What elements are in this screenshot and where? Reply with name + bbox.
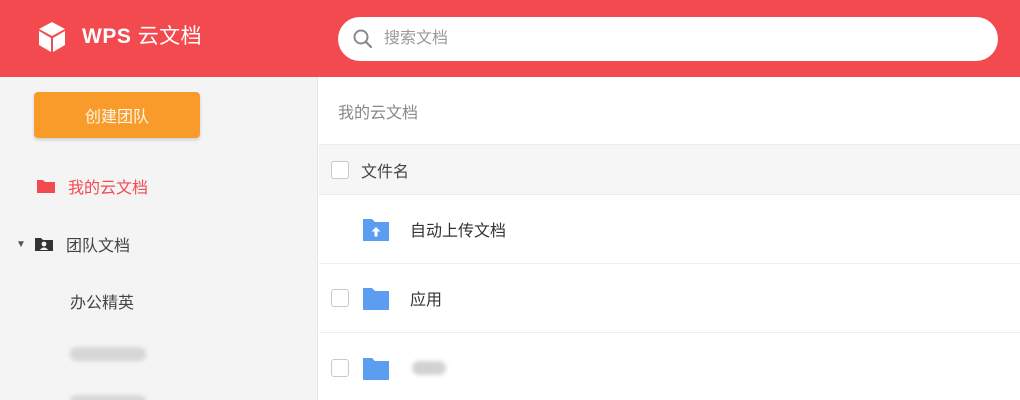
file-panel: 我的云文档 文件名 自动上传文档 应用: [319, 77, 1020, 400]
sidebar-item-label: 办公精英: [70, 295, 135, 312]
select-all-checkbox[interactable]: [331, 160, 349, 179]
upload-folder-icon: [363, 219, 389, 241]
search-icon: [353, 29, 373, 49]
search-input[interactable]: [384, 19, 944, 59]
logo-brand: WPS: [82, 25, 132, 48]
sidebar-item-blurred[interactable]: [70, 395, 146, 400]
search-box[interactable]: [338, 17, 998, 61]
file-name: 自动上传文档: [410, 223, 507, 240]
breadcrumb[interactable]: 我的云文档: [338, 99, 418, 123]
folder-icon: [363, 357, 389, 380]
sidebar-item-team-docs[interactable]: ▼ 团队文档: [16, 232, 130, 256]
file-list-header: 文件名: [319, 144, 1020, 195]
file-name: 应用: [410, 292, 443, 309]
file-row[interactable]: 应用: [319, 264, 1020, 333]
sidebar-item-label: 我的云文档: [68, 180, 149, 197]
sidebar-item-my-cloud-docs[interactable]: 我的云文档: [36, 174, 148, 198]
column-header-filename[interactable]: 文件名: [361, 158, 409, 182]
sidebar-item-blurred[interactable]: [70, 347, 146, 361]
logo-text: WPS 云文档: [82, 20, 202, 54]
sidebar: 创建团队 我的云文档 ▼ 团队文档 办公精英: [0, 77, 318, 400]
top-bar: WPS 云文档: [0, 0, 1020, 77]
file-name-blurred: [412, 360, 446, 375]
caret-down-icon[interactable]: ▼: [16, 239, 34, 250]
row-checkbox[interactable]: [331, 289, 349, 307]
file-row[interactable]: [319, 333, 1020, 400]
wps-cube-icon: [39, 22, 65, 52]
sidebar-item-label: 团队文档: [66, 238, 131, 255]
checkbox-placeholder: [331, 220, 349, 238]
row-checkbox[interactable]: [331, 358, 349, 377]
sidebar-item-team-office-elite[interactable]: 办公精英: [70, 289, 134, 313]
wps-logo[interactable]: WPS 云文档: [36, 20, 202, 54]
file-row[interactable]: 自动上传文档: [319, 195, 1020, 264]
folder-icon: [37, 180, 55, 193]
logo-suffix: 云文档: [137, 25, 203, 48]
folder-icon: [363, 288, 389, 310]
create-team-button[interactable]: 创建团队: [34, 92, 200, 138]
team-folder-icon: [35, 238, 53, 251]
